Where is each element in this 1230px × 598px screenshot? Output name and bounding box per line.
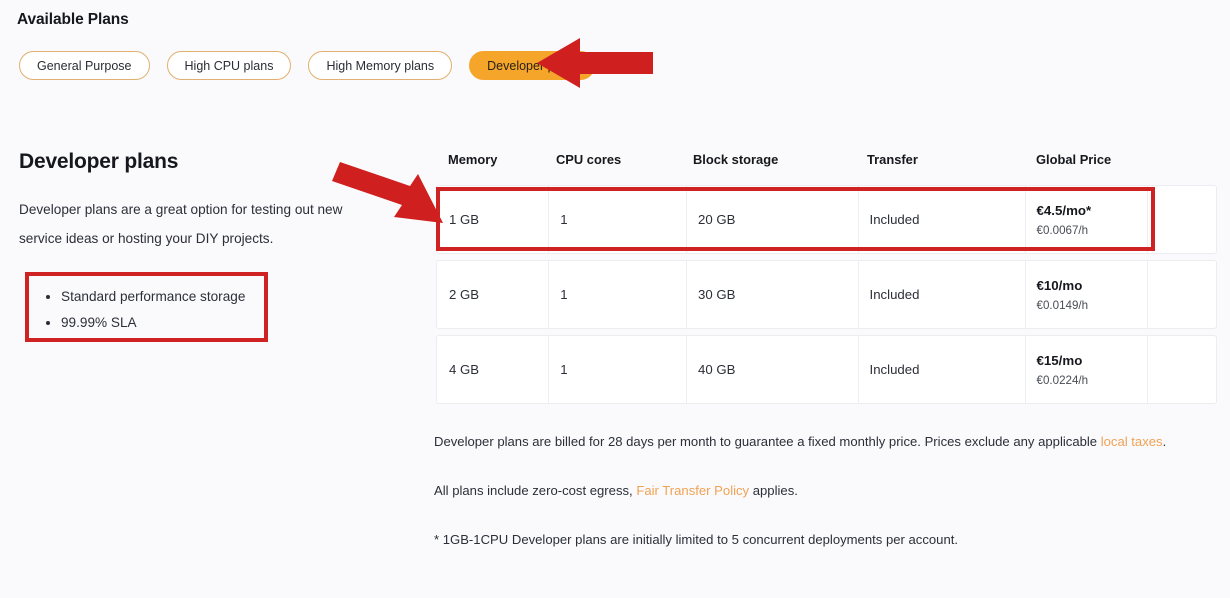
cell-transfer: Included [869, 287, 920, 302]
plan-details-title: Developer plans [19, 150, 179, 173]
cell-transfer: Included [869, 212, 920, 227]
column-divider [1024, 335, 1026, 404]
egress-note-text-2: applies. [749, 483, 798, 498]
column-header-global-price: Global Price [1036, 152, 1112, 167]
asterisk-footnote: * 1GB-1CPU Developer plans are initially… [434, 532, 959, 547]
table-row[interactable]: 1 GB 1 20 GB Included €4.5/mo* €0.0067/h [436, 185, 1217, 254]
column-divider [857, 260, 859, 329]
cell-block-storage: 20 GB [698, 212, 736, 227]
cell-memory: 2 GB [449, 287, 480, 302]
plan-feature-list: Standard performance storage 99.99% SLA [25, 272, 304, 336]
tab-developer-plans-label: Developer plans [487, 58, 578, 73]
column-divider [857, 335, 859, 404]
cell-memory: 4 GB [449, 362, 480, 377]
cell-cpu-cores: 1 [560, 287, 568, 302]
price-monthly: €10/mo [1036, 277, 1083, 293]
tab-high-cpu-plans-label: High CPU plans [184, 58, 274, 73]
table-row[interactable]: 2 GB 1 30 GB Included €10/mo €0.0149/h [436, 260, 1217, 329]
table-header-row: Memory CPU cores Block storage Transfer … [436, 152, 1217, 185]
column-header-block-storage: Block storage [693, 152, 779, 167]
tab-high-memory-plans-label: High Memory plans [326, 58, 435, 73]
cell-block-storage: 40 GB [698, 362, 736, 377]
price-monthly: €15/mo [1036, 352, 1083, 368]
local-taxes-link[interactable]: local taxes [1101, 434, 1163, 449]
tab-high-memory-plans[interactable]: High Memory plans [308, 51, 453, 80]
cell-cpu-cores: 1 [560, 362, 568, 377]
cell-block-storage: 30 GB [698, 287, 736, 302]
page-title: Available Plans [17, 11, 129, 28]
plans-table: Memory CPU cores Block storage Transfer … [436, 152, 1217, 410]
column-divider [548, 335, 550, 404]
egress-note: All plans include zero-cost egress, Fair… [434, 477, 1217, 504]
tab-developer-plans[interactable]: Developer plans [469, 51, 596, 80]
pricing-notes: Developer plans are billed for 28 days p… [434, 428, 1217, 553]
tab-high-cpu-plans[interactable]: High CPU plans [166, 51, 292, 80]
plan-details-panel: Developer plans Developer plans are a gr… [19, 150, 409, 342]
column-header-memory: Memory [448, 152, 498, 167]
column-divider [857, 185, 859, 254]
cell-memory: 1 GB [449, 212, 480, 227]
billing-note: Developer plans are billed for 28 days p… [434, 428, 1217, 455]
column-divider [1146, 185, 1148, 254]
list-item: Standard performance storage [61, 284, 304, 310]
cell-cpu-cores: 1 [560, 212, 568, 227]
billing-note-text-2: . [1162, 434, 1167, 449]
cell-price: €4.5/mo* €0.0067/h [1037, 203, 1147, 237]
tab-general-purpose[interactable]: General Purpose [19, 51, 150, 80]
column-divider [1146, 260, 1148, 329]
column-divider [548, 260, 550, 329]
column-divider [1024, 260, 1026, 329]
table-row[interactable]: 4 GB 1 40 GB Included €15/mo €0.0224/h [436, 335, 1217, 404]
plan-category-tabs: General Purpose High CPU plans High Memo… [19, 51, 596, 80]
column-divider [1146, 335, 1148, 404]
price-hourly: €0.0224/h [1036, 373, 1089, 387]
column-divider [686, 335, 688, 404]
column-header-transfer: Transfer [867, 152, 918, 167]
price-monthly: €4.5/mo* [1036, 202, 1092, 218]
cell-price: €10/mo €0.0149/h [1037, 278, 1147, 312]
fair-transfer-policy-link[interactable]: Fair Transfer Policy [636, 483, 749, 498]
column-divider [686, 260, 688, 329]
billing-note-text-1: Developer plans are billed for 28 days p… [434, 434, 1101, 449]
egress-note-text-1: All plans include zero-cost egress, [434, 483, 637, 498]
cell-transfer: Included [869, 362, 920, 377]
column-divider [1024, 185, 1026, 254]
cell-price: €15/mo €0.0224/h [1037, 353, 1147, 387]
list-item: 99.99% SLA [61, 310, 304, 336]
column-divider [686, 185, 688, 254]
price-hourly: €0.0149/h [1036, 298, 1089, 312]
plan-details-description: Developer plans are a great option for t… [19, 202, 343, 246]
column-divider [548, 185, 550, 254]
price-hourly: €0.0067/h [1036, 223, 1089, 237]
column-header-cpu-cores: CPU cores [556, 152, 622, 167]
tab-general-purpose-label: General Purpose [37, 58, 132, 73]
